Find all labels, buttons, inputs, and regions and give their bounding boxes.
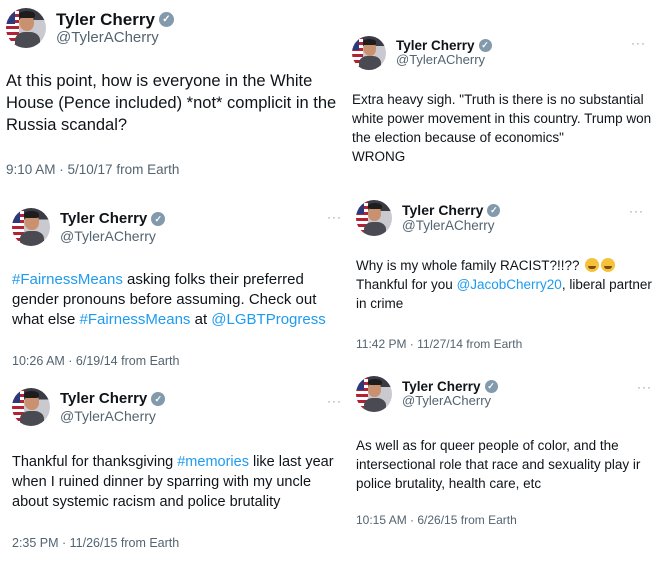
hashtag-link[interactable]: #memories	[177, 454, 249, 470]
display-name[interactable]: Tyler Cherry ✓	[60, 210, 166, 227]
avatar[interactable]	[12, 208, 50, 246]
tears-of-joy-emoji	[601, 258, 616, 272]
tweet-timestamp[interactable]: 9:10 AM · 5/10/17 from Earth	[6, 162, 346, 177]
verified-badge-icon: ✓	[158, 11, 174, 27]
tweet-card[interactable]: ··· Tyler Cherry ✓ @TylerACherry As well…	[356, 376, 656, 527]
verified-badge-icon: ✓	[151, 391, 166, 406]
author-names: Tyler Cherry ✓ @TylerACherry	[56, 10, 174, 47]
mention-link[interactable]: @LGBTProgress	[211, 311, 325, 328]
avatar[interactable]	[6, 8, 46, 48]
tweet-text: Why is my whole family RACIST?!!?? Thank…	[356, 256, 656, 313]
more-options-icon[interactable]: ···	[637, 380, 652, 394]
tweet-card[interactable]: ··· Tyler Cherry ✓ @TylerACherry Why is …	[356, 200, 656, 351]
hashtag-link[interactable]: #FairnessMeans	[12, 271, 123, 288]
display-name-text[interactable]: Tyler Cherry	[60, 390, 147, 407]
display-name-text[interactable]: Tyler Cherry	[56, 10, 155, 30]
tweet-text-segment: at	[190, 311, 212, 328]
tweet-header: Tyler Cherry ✓ @TylerACherry	[352, 36, 656, 70]
user-handle[interactable]: @TylerACherry	[402, 218, 500, 234]
tears-of-joy-emoji	[585, 258, 600, 272]
hashtag-link[interactable]: #FairnessMeans	[80, 311, 191, 328]
display-name[interactable]: Tyler Cherry ✓	[402, 202, 501, 218]
tweet-header: Tyler Cherry ✓ @TylerACherry	[356, 200, 656, 236]
more-options-icon[interactable]: ···	[631, 36, 646, 50]
tweet-timestamp[interactable]: 10:15 AM · 6/26/15 from Earth	[356, 513, 656, 527]
user-handle[interactable]: @TylerACherry	[402, 393, 498, 409]
user-handle[interactable]: @TylerACherry	[60, 408, 165, 424]
display-name-text[interactable]: Tyler Cherry	[402, 379, 481, 395]
author-names: Tyler Cherry ✓ @TylerACherry	[402, 379, 498, 409]
tweet-text: As well as for queer people of color, an…	[356, 438, 641, 491]
tweet-text: Thankful for thanksgiving #memories like…	[12, 452, 348, 512]
tweet-text-segment: Thankful for you	[356, 277, 453, 292]
author-names: Tyler Cherry ✓ @TylerACherry	[60, 390, 166, 424]
display-name[interactable]: Tyler Cherry ✓	[56, 10, 174, 30]
verified-badge-icon: ✓	[487, 203, 501, 217]
tweet-text-segment: Thankful for thanksgiving	[12, 454, 178, 470]
tweet-text: #FairnessMeans asking folks their prefer…	[12, 270, 348, 330]
display-name-text[interactable]: Tyler Cherry	[402, 202, 483, 218]
author-names: Tyler Cherry ✓ @TylerACherry	[60, 210, 166, 244]
display-name-text[interactable]: Tyler Cherry	[60, 210, 147, 227]
verified-badge-icon: ✓	[151, 211, 166, 226]
tweet-card[interactable]: ··· Tyler Cherry ✓ @TylerACherry Extra h…	[352, 36, 656, 166]
more-options-icon[interactable]: ···	[629, 204, 644, 218]
display-name[interactable]: Tyler Cherry ✓	[60, 390, 166, 407]
avatar[interactable]	[12, 388, 50, 426]
display-name[interactable]: Tyler Cherry ✓	[396, 38, 492, 54]
tweet-header: Tyler Cherry ✓ @TylerACherry	[6, 8, 346, 48]
tweet-card[interactable]: ··· Tyler Cherry ✓ @TylerACherry Thankfu…	[12, 388, 348, 550]
user-handle[interactable]: @TylerACherry	[56, 29, 174, 46]
tweet-header: Tyler Cherry ✓ @TylerACherry	[12, 388, 348, 426]
more-options-icon[interactable]: ···	[327, 394, 342, 408]
avatar[interactable]	[356, 376, 392, 412]
avatar[interactable]	[352, 36, 386, 70]
author-names: Tyler Cherry ✓ @TylerACherry	[396, 38, 492, 68]
tweet-card[interactable]: ··· Tyler Cherry ✓ @TylerACherry #Fairne…	[12, 208, 348, 368]
verified-badge-icon: ✓	[484, 380, 498, 394]
user-handle[interactable]: @TylerACherry	[60, 228, 165, 244]
tweet-timestamp[interactable]: 10:26 AM · 6/19/14 from Earth	[12, 354, 348, 368]
tweet-header: Tyler Cherry ✓ @TylerACherry	[12, 208, 348, 246]
display-name[interactable]: Tyler Cherry ✓	[402, 379, 498, 395]
tweet-header: Tyler Cherry ✓ @TylerACherry	[356, 376, 656, 412]
user-handle[interactable]: @TylerACherry	[396, 52, 492, 68]
tweet-timestamp[interactable]: 2:35 PM · 11/26/15 from Earth	[12, 536, 348, 550]
tweet-text: Extra heavy sigh. "Truth is there is no …	[352, 92, 652, 164]
more-options-icon[interactable]: ···	[327, 210, 342, 224]
tweet-timestamp[interactable]: 11:42 PM · 11/27/14 from Earth	[356, 337, 656, 351]
tweet-card[interactable]: Tyler Cherry ✓ @TylerACherry At this poi…	[6, 8, 346, 177]
author-names: Tyler Cherry ✓ @TylerACherry	[402, 202, 501, 234]
mention-link[interactable]: @JacobCherry20	[457, 277, 562, 292]
verified-badge-icon: ✓	[478, 39, 492, 53]
tweet-text: At this point, how is everyone in the Wh…	[6, 72, 337, 134]
display-name-text[interactable]: Tyler Cherry	[396, 38, 475, 54]
tweet-text-segment: Why is my whole family RACIST?!!??	[356, 258, 580, 273]
avatar[interactable]	[356, 200, 392, 236]
